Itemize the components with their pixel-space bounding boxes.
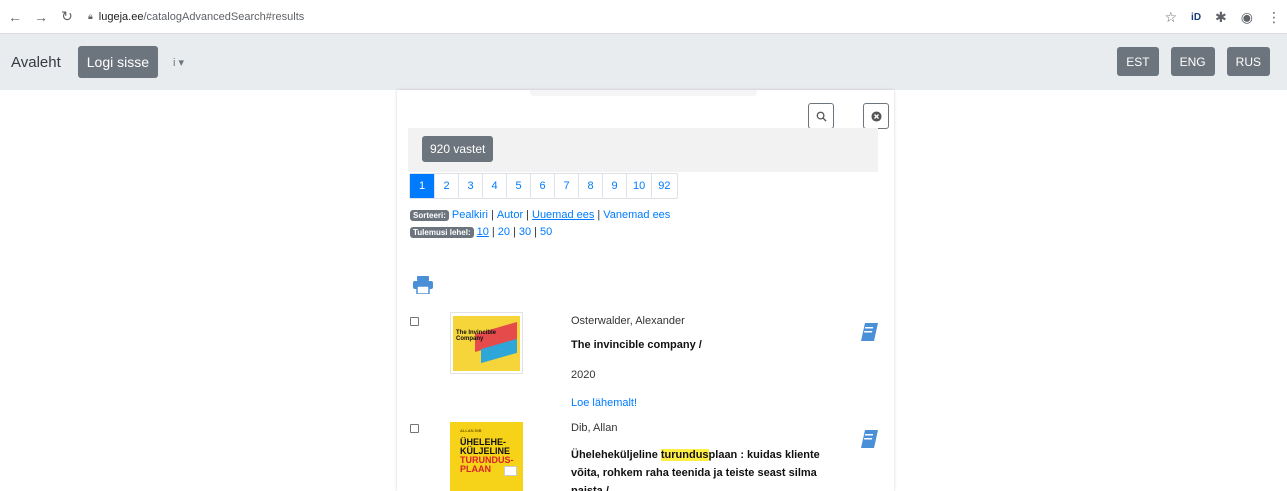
page-92[interactable]: 92	[651, 174, 676, 198]
sort-title-link[interactable]: Pealkiri	[452, 209, 488, 221]
per-page-50-link[interactable]: 50	[540, 226, 552, 238]
result-title[interactable]: Üheleheküljeline turundusplaan : kuidas …	[571, 446, 831, 491]
forward-arrow-icon[interactable]: →	[30, 6, 52, 28]
result-checkbox[interactable]	[410, 317, 419, 326]
lang-est-button[interactable]: EST	[1117, 47, 1159, 76]
profile-icon[interactable]: ◉	[1241, 9, 1253, 26]
results-bar: 920 vastet	[408, 128, 878, 172]
sort-author-link[interactable]: Autor	[497, 209, 523, 221]
page-9[interactable]: 9	[602, 174, 626, 198]
read-more-link[interactable]: Loe lähemalt!	[571, 397, 637, 409]
url-path: /catalogAdvancedSearch#results	[143, 10, 305, 23]
result-author: Osterwalder, Alexander	[571, 315, 685, 327]
language-switcher: EST ENG RUS	[1117, 47, 1270, 76]
search-icon	[816, 111, 827, 122]
per-page-10-link[interactable]: 10	[477, 226, 489, 238]
sort-oldest-link[interactable]: Vanemad ees	[603, 209, 670, 221]
book-icon[interactable]	[861, 430, 878, 448]
search-button[interactable]	[808, 103, 834, 129]
cover-sticker	[504, 466, 517, 476]
page-2[interactable]: 2	[434, 174, 458, 198]
per-page-30-link[interactable]: 30	[519, 226, 531, 238]
result-author: Dib, Allan	[571, 422, 618, 434]
reload-icon[interactable]: ↻	[56, 6, 78, 28]
back-arrow-icon[interactable]: ←	[4, 6, 26, 28]
sort-badge: Sorteeri:	[410, 209, 449, 221]
result-checkbox[interactable]	[410, 424, 419, 433]
cover-line-4: PLAAN	[460, 464, 491, 474]
result-title[interactable]: The invincible company /	[571, 336, 831, 354]
clear-button[interactable]	[863, 103, 889, 129]
result-year: 2020	[571, 369, 596, 381]
print-icon[interactable]	[413, 276, 433, 294]
cover-title: The Invincible Company	[456, 330, 497, 342]
book-icon[interactable]	[861, 323, 878, 341]
browser-actions: ☆ iD ✱ ◉ ⋮	[1164, 0, 1281, 34]
cover-author: ALLAN DIB	[460, 428, 482, 433]
bookmark-star-icon[interactable]: ☆	[1164, 9, 1177, 26]
page-5[interactable]: 5	[506, 174, 530, 198]
menu-kebab-icon[interactable]: ⋮	[1267, 9, 1281, 26]
book-cover[interactable]: The Invincible Company	[450, 312, 523, 374]
page-4[interactable]: 4	[482, 174, 506, 198]
sort-newest-link[interactable]: Uuemad ees	[532, 209, 594, 221]
sort-options: Sorteeri: Pealkiri | Autor | Uuemad ees …	[410, 209, 670, 221]
extensions-puzzle-icon[interactable]: ✱	[1215, 9, 1227, 26]
page-3[interactable]: 3	[458, 174, 482, 198]
page-6[interactable]: 6	[530, 174, 554, 198]
address-bar[interactable]: lugeja.ee/catalogAdvancedSearch#results	[99, 11, 304, 23]
page-10[interactable]: 10	[626, 174, 651, 198]
results-panel: 920 vastet 1 2 3 4 5 6 7 8 9 10 92 Sorte…	[397, 90, 894, 491]
site-navbar: Avaleht Logi sisse i ▾ EST ENG RUS	[0, 34, 1287, 90]
lang-eng-button[interactable]: ENG	[1170, 47, 1215, 76]
search-form-edge	[530, 90, 757, 96]
page-7[interactable]: 7	[554, 174, 578, 198]
url-host: lugeja.ee	[98, 10, 144, 23]
results-count-button[interactable]: 920 vastet	[422, 136, 494, 162]
per-page-badge: Tulemusi lehel:	[410, 226, 474, 238]
page-8[interactable]: 8	[578, 174, 602, 198]
per-page-20-link[interactable]: 20	[498, 226, 510, 238]
id-extension-icon[interactable]: iD	[1191, 12, 1201, 23]
lang-rus-button[interactable]: RUS	[1226, 47, 1270, 76]
login-button[interactable]: Logi sisse	[77, 46, 159, 78]
per-page-options: Tulemusi lehel: 10 | 20 | 30 | 50	[410, 226, 552, 238]
page-1[interactable]: 1	[410, 174, 434, 198]
close-circle-icon	[870, 110, 882, 122]
lock-icon: 🔒︎	[88, 11, 93, 21]
info-dropdown[interactable]: i ▾	[173, 56, 184, 69]
browser-toolbar: ← → ↻ 🔒︎ lugeja.ee/catalogAdvancedSearch…	[0, 0, 1287, 34]
pagination: 1 2 3 4 5 6 7 8 9 10 92	[409, 173, 678, 199]
search-highlight: turundus	[660, 449, 709, 461]
book-cover[interactable]: ALLAN DIB ÜHELEHE- KÜLJELINE TURUNDUS- P…	[450, 422, 523, 491]
nav-home-link[interactable]: Avaleht	[11, 54, 61, 71]
